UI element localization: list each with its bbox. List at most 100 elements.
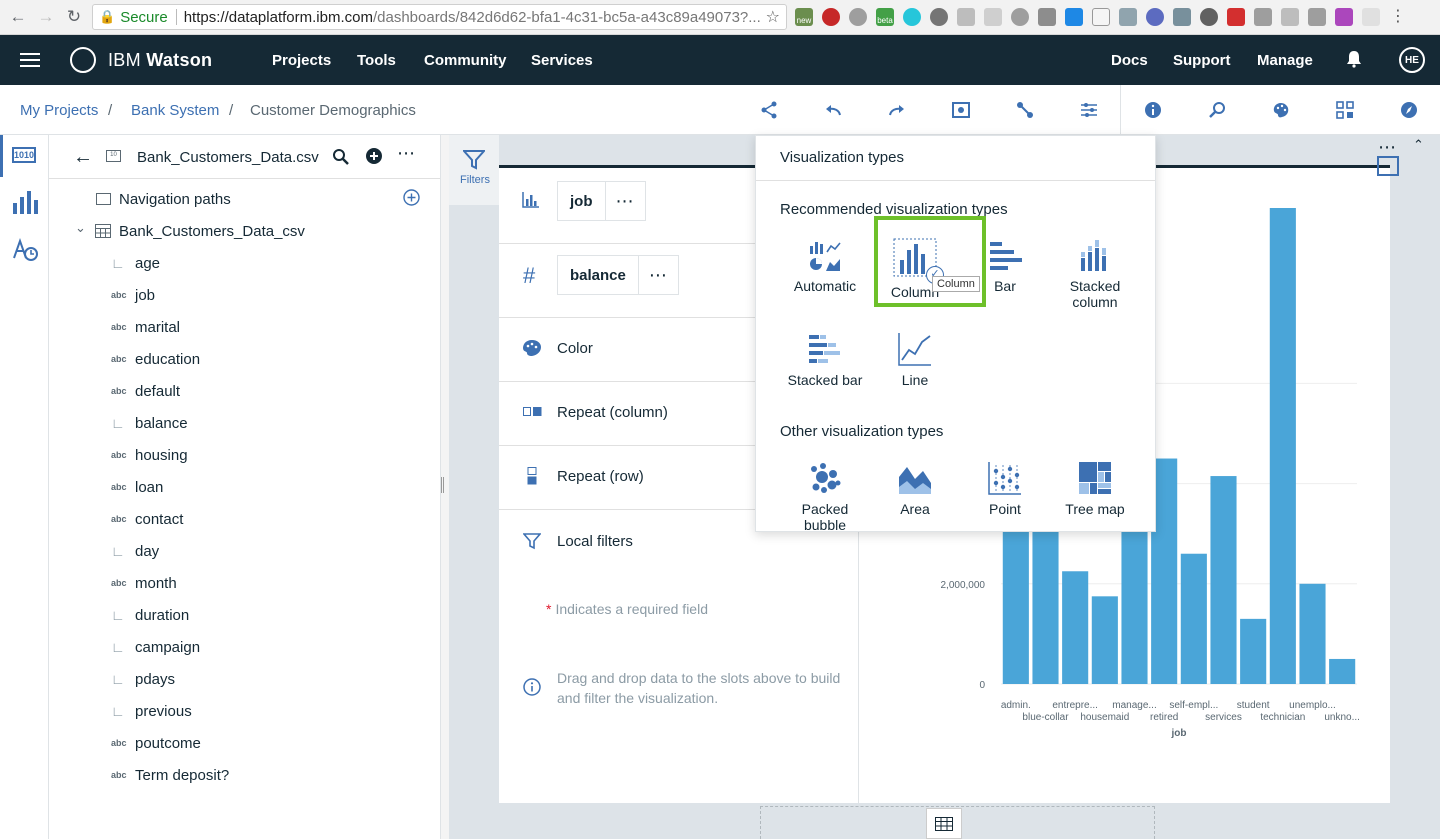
chip-more-icon[interactable]: ⋯ [637,256,678,294]
forward-arrow-icon[interactable]: → [32,3,60,31]
card-more-options-icon[interactable]: ⋯ [1378,137,1397,158]
palette-icon[interactable] [1272,101,1290,119]
extension-purple-icon[interactable] [1335,8,1353,26]
extension-eye-icon[interactable] [1038,8,1056,26]
viz-type-line[interactable]: Line [870,332,960,388]
add-circle-icon[interactable] [365,147,383,165]
add-navigation-path-icon[interactable] [403,189,420,206]
bookmark-star-icon[interactable]: ☆ [766,7,780,27]
adblock-icon[interactable] [849,8,867,26]
extension-blue-icon[interactable] [1065,8,1083,26]
layout-grid-icon[interactable] [1336,101,1354,119]
x-field-chip[interactable]: job ⋯ [557,181,646,221]
back-arrow-icon[interactable]: ← [73,146,93,169]
expand-view-icon[interactable] [1377,156,1399,176]
viz-type-area[interactable]: Area [870,461,960,517]
chart-bar[interactable] [1299,583,1326,684]
user-avatar[interactable]: HE [1399,47,1425,73]
viz-type-packed-bubble[interactable]: Packed bubble [780,461,870,533]
nav-docs[interactable]: Docs [1111,52,1148,69]
field-item[interactable]: ∟ pdays [111,669,175,689]
field-item[interactable]: abc job [111,285,155,305]
filter-icon[interactable] [463,149,485,171]
y-field-chip[interactable]: balance ⋯ [557,255,679,295]
field-item[interactable]: abc contact [111,509,183,529]
extension-fx-icon[interactable] [1092,8,1110,26]
hamburger-menu-icon[interactable] [20,53,40,67]
extension-screen-icon[interactable] [1308,8,1326,26]
settings-sliders-icon[interactable] [1080,101,1098,119]
field-item[interactable]: abc Term deposit? [111,765,229,785]
snapshot-icon[interactable] [952,101,970,119]
field-item[interactable]: abc default [111,381,180,401]
compass-icon[interactable] [1400,101,1418,119]
extension-gray-icon[interactable] [930,8,948,26]
field-item[interactable]: abc marital [111,317,180,337]
brand-title[interactable]: IBM Watson [108,50,212,71]
nav-services[interactable]: Services [531,52,593,69]
search-settings-icon[interactable] [1208,101,1226,119]
navigation-paths-item[interactable]: Navigation paths [119,191,231,208]
field-item[interactable]: ∟ balance [111,413,188,433]
field-item[interactable]: ∟ age [111,253,160,273]
viz-type-automatic[interactable]: Automatic [780,238,870,294]
chart-bar[interactable] [1062,571,1089,684]
extension-k2-icon[interactable] [1011,8,1029,26]
nav-manage[interactable]: Manage [1257,52,1313,69]
breadcrumb-bank-system[interactable]: Bank System [131,102,219,119]
chart-bar[interactable] [1180,553,1207,684]
viz-type-point[interactable]: Point [960,461,1050,517]
undo-icon[interactable] [824,101,842,119]
field-item[interactable]: ∟ duration [111,605,189,625]
field-item[interactable]: abc poutcome [111,733,201,753]
extension-k-icon[interactable] [984,8,1002,26]
connect-icon[interactable] [1016,101,1034,119]
react-devtools-icon[interactable] [1146,8,1164,26]
extension-light-icon[interactable] [957,8,975,26]
extension-brush-icon[interactable] [1119,8,1137,26]
extension-box-icon[interactable] [1281,8,1299,26]
share-icon[interactable] [760,101,778,119]
more-options-icon[interactable]: ⋯ [397,143,416,164]
resize-grip-icon[interactable] [441,477,444,493]
chart-bar[interactable] [1240,618,1267,684]
field-item[interactable]: abc housing [111,445,188,465]
filters-label[interactable]: Filters [460,174,490,186]
back-arrow-icon[interactable]: ← [4,3,32,31]
data-source-icon[interactable]: 1010 [12,147,36,163]
chevron-down-icon[interactable]: ⌄ [75,220,86,236]
extension-new-icon[interactable]: new [795,8,813,26]
breadcrumb-my-projects[interactable]: My Projects [20,102,98,119]
nav-community[interactable]: Community [424,52,507,69]
show-data-table-button[interactable] [926,808,962,839]
chart-bar[interactable] [1269,208,1296,684]
viz-type-tree-map[interactable]: Tree map [1050,461,1140,517]
visualization-icon[interactable] [12,189,38,215]
collapse-chevron-icon[interactable]: ⌃ [1413,137,1424,153]
extension-target-icon[interactable] [1200,8,1218,26]
extension-w-icon[interactable] [1362,8,1380,26]
nav-support[interactable]: Support [1173,52,1231,69]
field-item[interactable]: abc education [111,349,200,369]
chart-bar[interactable] [1210,476,1237,684]
chart-bar[interactable] [1091,596,1118,684]
field-item[interactable]: ∟ previous [111,701,192,721]
text-widget-icon[interactable] [12,238,38,264]
chip-more-icon[interactable]: ⋯ [604,182,645,220]
notification-bell-icon[interactable] [1345,50,1363,68]
table-node[interactable]: Bank_Customers_Data_csv [119,223,305,240]
redo-icon[interactable] [888,101,906,119]
nav-projects[interactable]: Projects [272,52,331,69]
info-icon[interactable] [1144,101,1162,119]
local-filters-label[interactable]: Local filters [557,533,633,550]
extension-red-icon[interactable] [822,8,840,26]
field-item[interactable]: abc loan [111,477,163,497]
search-icon[interactable] [332,148,350,166]
extension-teal-icon[interactable] [903,8,921,26]
extension-beta-icon[interactable]: beta [876,8,894,26]
nav-tools[interactable]: Tools [357,52,396,69]
field-item[interactable]: ∟ campaign [111,637,200,657]
extension-hat-icon[interactable] [1254,8,1272,26]
viz-type-stacked-column[interactable]: Stacked column [1050,238,1140,310]
extension-cors-icon[interactable] [1227,8,1245,26]
